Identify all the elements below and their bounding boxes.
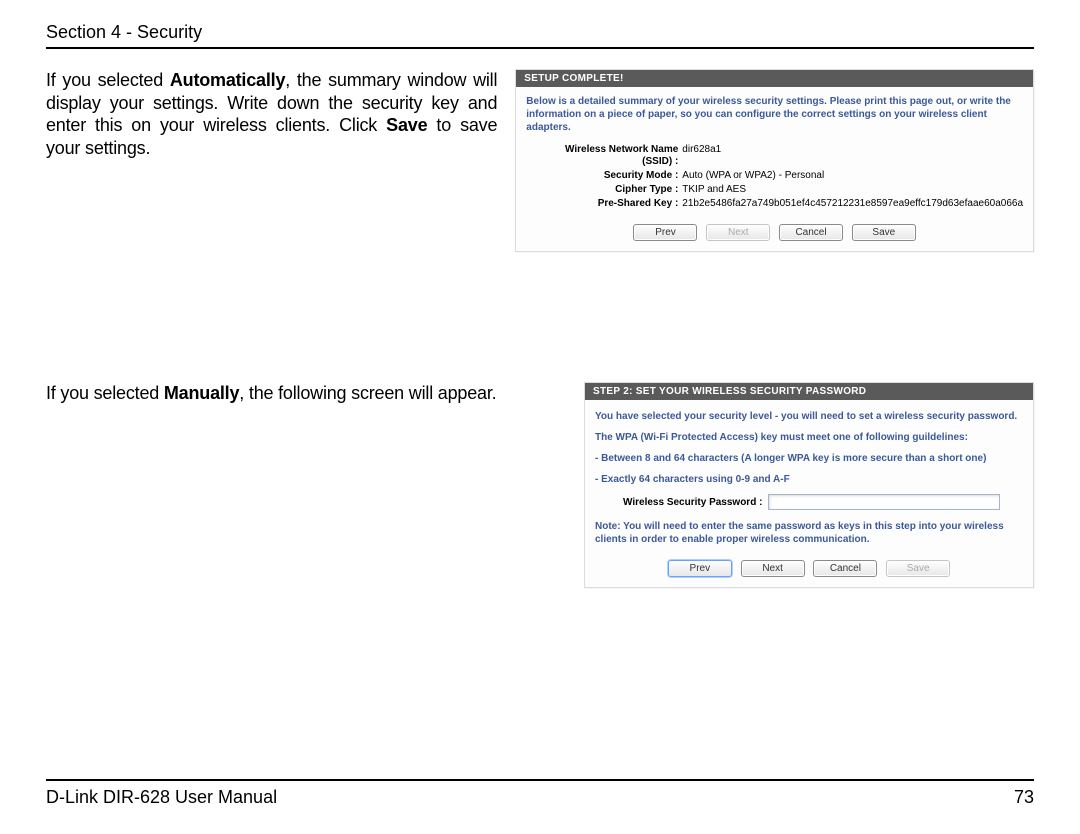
kv-security-mode: Security Mode : Auto (WPA or WPA2) - Per… (548, 170, 1023, 182)
save-button: Save (886, 560, 950, 577)
kv-cipher-type: Cipher Type : TKIP and AES (548, 184, 1023, 196)
cancel-button[interactable]: Cancel (779, 224, 843, 241)
text-bold: Manually (164, 383, 239, 403)
text: If you selected (46, 70, 170, 90)
footer-left: D-Link DIR-628 User Manual (46, 787, 277, 808)
wireless-password-panel: STEP 2: SET YOUR WIRELESS SECURITY PASSW… (584, 382, 1034, 588)
footer-page-number: 73 (1014, 787, 1034, 808)
panel1-buttons: Prev Next Cancel Save (526, 224, 1023, 241)
text-bold: Save (386, 115, 427, 135)
kv-value: 21b2e5486fa27a749b051ef4c457212231e8597e… (682, 198, 1023, 210)
panel2-line1: You have selected your security level - … (595, 410, 1023, 423)
kv-label: Security Mode : (548, 170, 682, 182)
kv-value: TKIP and AES (682, 184, 1023, 196)
cancel-button[interactable]: Cancel (813, 560, 877, 577)
panel2-buttons: Prev Next Cancel Save (595, 560, 1023, 577)
password-row: Wireless Security Password : (623, 494, 1023, 510)
text: If you selected (46, 383, 164, 403)
password-label: Wireless Security Password : (623, 497, 762, 508)
panel2-bullet2: - Exactly 64 characters using 0-9 and A-… (595, 473, 1023, 486)
row-automatic: If you selected Automatically, the summa… (46, 69, 1034, 252)
kv-preshared-key: Pre-Shared Key : 21b2e5486fa27a749b051ef… (548, 198, 1023, 210)
section-header: Section 4 - Security (46, 22, 1034, 49)
kv-label: Wireless Network Name (SSID) : (548, 144, 682, 168)
panel-intro: Below is a detailed summary of your wire… (526, 95, 1023, 134)
panel-title: STEP 2: SET YOUR WIRELESS SECURITY PASSW… (585, 383, 1033, 400)
kv-value: dir628a1 (682, 144, 1023, 168)
row-manual: If you selected Manually, the following … (46, 382, 1034, 588)
kv-label: Pre-Shared Key : (548, 198, 682, 210)
panel2-note: Note: You will need to enter the same pa… (595, 520, 1023, 546)
setup-complete-panel: SETUP COMPLETE! Below is a detailed summ… (515, 69, 1034, 252)
prev-button[interactable]: Prev (668, 560, 732, 577)
kv-value: Auto (WPA or WPA2) - Personal (682, 170, 1023, 182)
paragraph-automatic: If you selected Automatically, the summa… (46, 69, 497, 252)
kv-ssid: Wireless Network Name (SSID) : dir628a1 (548, 144, 1023, 168)
prev-button[interactable]: Prev (633, 224, 697, 241)
next-button: Next (706, 224, 770, 241)
text: , the following screen will appear. (239, 383, 496, 403)
panel2-bullet1: - Between 8 and 64 characters (A longer … (595, 452, 1023, 465)
panel2-line2: The WPA (Wi-Fi Protected Access) key mus… (595, 431, 1023, 444)
paragraph-manual: If you selected Manually, the following … (46, 382, 566, 588)
panel-title: SETUP COMPLETE! (516, 70, 1033, 87)
password-input[interactable] (768, 494, 1000, 510)
text-bold: Automatically (170, 70, 285, 90)
page-footer: D-Link DIR-628 User Manual 73 (46, 779, 1034, 808)
next-button[interactable]: Next (741, 560, 805, 577)
save-button[interactable]: Save (852, 224, 916, 241)
kv-label: Cipher Type : (548, 184, 682, 196)
